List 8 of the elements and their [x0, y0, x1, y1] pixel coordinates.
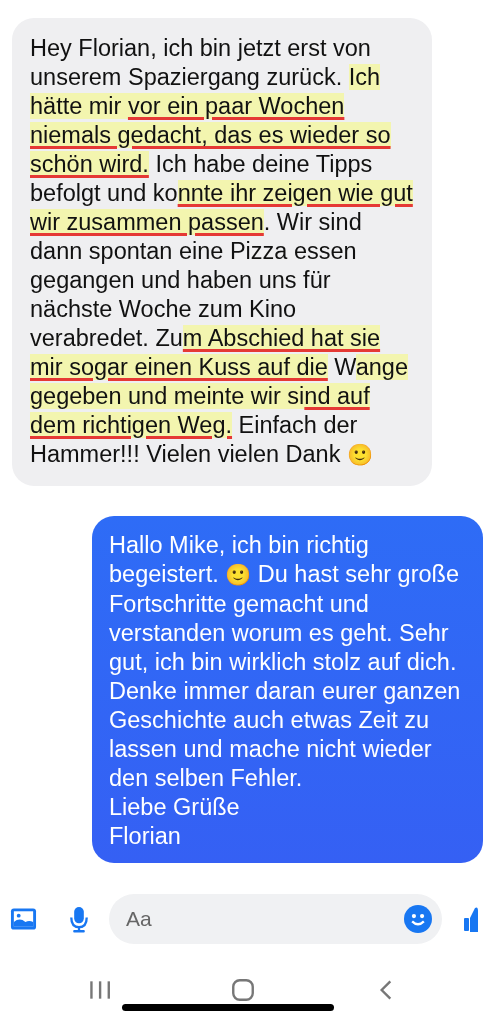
emoji-icon[interactable]: [404, 905, 432, 933]
image-icon[interactable]: [10, 907, 37, 931]
message-input-field[interactable]: Aa: [109, 894, 442, 944]
message-text: Hallo Mike, ich bin richtig begeistert. 🙂 Du hast sehr große Fortschritte gemacht und verstanden worum es geht. Sehr gut, ich bin wirklich stolz auf dich. Denke immer daran eurer ganzen Geschichte auch etwas Zeit zu lassen und mache nicht wieder den selben Fehler. Liebe Grüße Florian: [109, 531, 462, 851]
thumbs-up-icon[interactable]: [464, 905, 478, 933]
message-text: Hey Florian, ich bin jetzt erst von unserem Spaziergang zurück. Ich hätte mir vor ein paar Wochen niemals gedacht, das es wieder so schön wird. Ich habe deine Tipps befolgt und konnte ihr zeigen wie gut wir zusammen passen. Wir sind dann spontan eine Pizza essen gegangen und haben uns für nächste Woche zum Kino verabredet. Zum Abschied hat sie mir sogar einen Kuss auf die Wange gegeben und meinte wir sind auf dem richtigen Weg. Einfach der Hammer!!! Vielen vielen Dank 🙂: [30, 34, 414, 469]
microphone-icon[interactable]: [69, 905, 89, 933]
home-icon[interactable]: [230, 977, 256, 1003]
